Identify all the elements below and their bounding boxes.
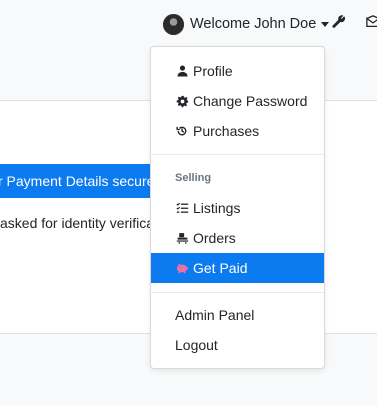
menu-item-listings[interactable]: Listings — [151, 193, 324, 223]
menu-divider — [151, 292, 324, 293]
menu-item-label: Logout — [175, 337, 218, 353]
menu-item-orders[interactable]: Orders — [151, 223, 324, 253]
history-icon — [175, 124, 189, 138]
menu-item-label: Orders — [193, 230, 236, 246]
menu-divider — [151, 154, 324, 155]
caret-down-icon — [321, 21, 330, 27]
menu-item-label: Purchases — [193, 123, 260, 139]
menu-item-label: Get Paid — [193, 260, 248, 276]
menu-item-logout[interactable]: Logout — [151, 330, 324, 360]
menu-item-label: Listings — [193, 200, 241, 216]
gear-icon — [175, 94, 189, 108]
top-navbar: Welcome John Doe — [0, 0, 377, 46]
menu-item-label: Change Password — [193, 93, 308, 109]
list-icon — [175, 201, 189, 215]
menu-item-label: Profile — [193, 63, 233, 79]
menu-item-profile[interactable]: Profile — [151, 56, 324, 86]
menu-item-admin-panel[interactable]: Admin Panel — [151, 300, 324, 330]
menu-item-label: Admin Panel — [175, 307, 255, 323]
selling-header: Selling — [175, 172, 212, 184]
banner-text: r Payment Details securely — [0, 173, 165, 189]
user-menu-toggle[interactable]: Welcome John Doe — [163, 12, 330, 36]
shipping-icon — [175, 231, 189, 245]
avatar — [163, 13, 184, 35]
mail-icon[interactable] — [364, 13, 377, 31]
identity-note: asked for identity verificat — [0, 215, 158, 231]
piggy-bank-icon — [175, 261, 189, 275]
menu-item-purchases[interactable]: Purchases — [151, 116, 324, 146]
menu-item-get-paid[interactable]: Get Paid — [151, 253, 324, 283]
wrench-icon[interactable] — [330, 13, 348, 31]
person-icon — [175, 64, 189, 78]
user-dropdown-menu: Profile Change Password Purchases Sellin… — [150, 46, 325, 369]
menu-item-change-password[interactable]: Change Password — [151, 86, 324, 116]
welcome-text: Welcome John Doe — [190, 16, 317, 32]
